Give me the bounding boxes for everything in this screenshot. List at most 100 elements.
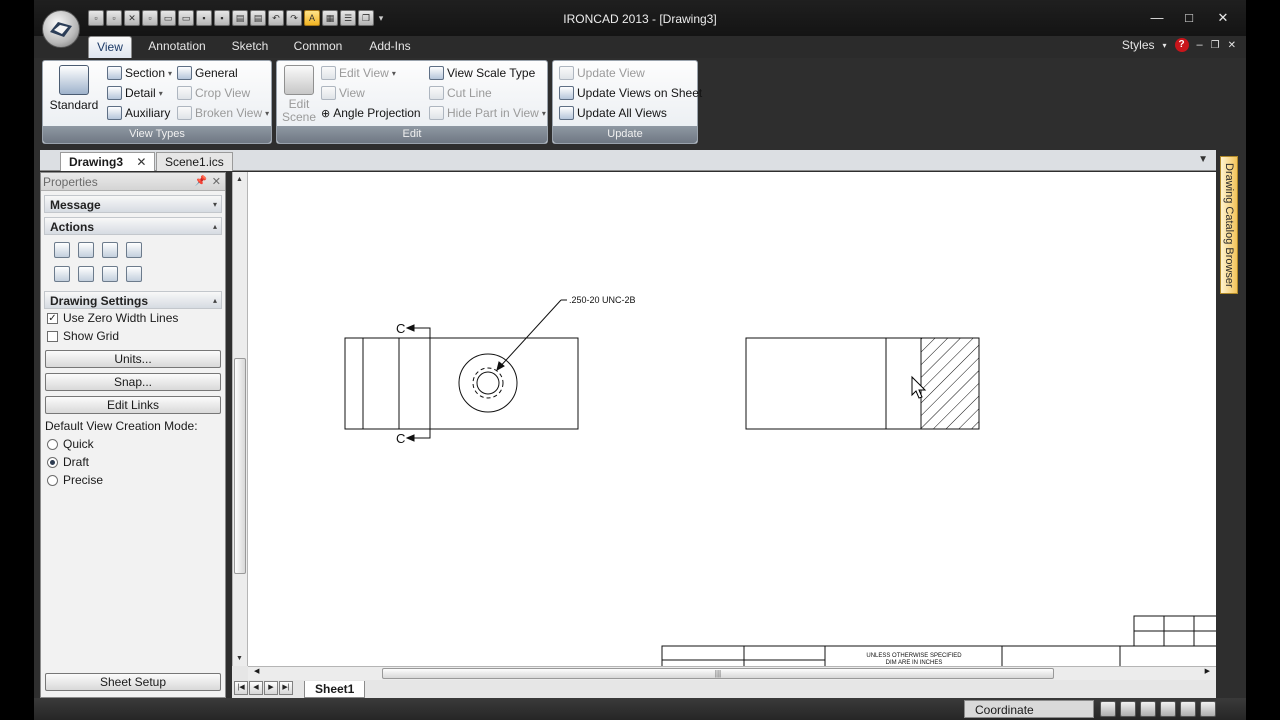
view-scale-type-button[interactable]: View Scale Type <box>429 64 535 82</box>
folder-icon[interactable] <box>126 242 142 258</box>
drawing-canvas[interactable]: C C .250-20 UNC-2B UNLESS OTHERWISE SPEC… <box>248 172 1216 666</box>
section-drawing-settings[interactable]: Drawing Settings ▴ <box>44 291 222 309</box>
view-button[interactable]: View <box>321 84 365 102</box>
sheet-format-icon[interactable] <box>54 242 70 258</box>
use-zero-width-lines-checkbox[interactable]: ✓ <box>47 312 58 324</box>
application-menu-button[interactable] <box>42 10 80 48</box>
panel-close-icon[interactable]: ✕ <box>212 173 221 191</box>
section-button[interactable]: Section ▾ <box>107 64 172 82</box>
broken-view-dropdown-icon: ▾ <box>265 108 270 118</box>
hide-part-button[interactable]: Hide Part in View ▾ <box>429 104 546 122</box>
next-sheet-icon[interactable]: ▶ <box>264 681 278 695</box>
section-view[interactable] <box>745 337 980 430</box>
tab-view[interactable]: View <box>88 36 132 58</box>
detail-button[interactable]: Detail ▾ <box>107 84 163 102</box>
doc-restore-button[interactable]: ❐ <box>1211 40 1220 51</box>
first-sheet-icon[interactable]: |◀ <box>234 681 248 695</box>
drawing-sheet: C C .250-20 UNC-2B UNLESS OTHERWISE SPEC… <box>344 295 1216 666</box>
section-message[interactable]: Message ▾ <box>44 195 222 213</box>
use-zero-width-lines-row[interactable]: ✓ Use Zero Width Lines <box>41 309 225 327</box>
tab-sketch[interactable]: Sketch <box>226 36 274 58</box>
new-sheet-icon[interactable] <box>78 242 94 258</box>
scroll-right-icon[interactable]: ▶ <box>1205 667 1210 675</box>
edit-view-button[interactable]: Edit View ▾ <box>321 64 396 82</box>
snap-button[interactable]: Snap... <box>45 373 221 391</box>
mode-draft-radio[interactable] <box>47 456 58 468</box>
standard-button[interactable]: Standard <box>49 65 99 112</box>
sheet-tab-sheet1[interactable]: Sheet1 <box>304 681 366 698</box>
tree-icon[interactable] <box>102 266 118 282</box>
close-button[interactable]: ✕ <box>1212 10 1234 26</box>
horizontal-scrollbar[interactable]: ◀ ||| ▶ <box>248 666 1216 680</box>
prev-sheet-icon[interactable]: ◀ <box>249 681 263 695</box>
bom-icon[interactable] <box>126 266 142 282</box>
vertical-scroll-thumb[interactable] <box>234 358 246 574</box>
edit-scene-button[interactable]: Edit Scene <box>281 65 317 124</box>
zoom-fit-icon[interactable] <box>1180 701 1196 717</box>
layer-icon[interactable] <box>54 266 70 282</box>
update-views-on-sheet-button[interactable]: Update Views on Sheet <box>559 84 702 102</box>
tab-annotation[interactable]: Annotation <box>142 36 212 58</box>
mode-precise-radio[interactable] <box>47 474 58 486</box>
sheet-setup-button[interactable]: Sheet Setup <box>45 673 221 691</box>
pin-icon[interactable]: 📌 <box>195 173 207 191</box>
zoom-window-icon[interactable] <box>1160 701 1176 717</box>
section-dropdown-icon: ▾ <box>168 68 173 78</box>
doc-tab-menu-icon[interactable]: ▼ <box>1198 154 1208 165</box>
hide-part-label: Hide Part in View <box>447 106 539 120</box>
help-icon[interactable]: ? <box>1174 38 1189 52</box>
refresh-icon[interactable] <box>1200 701 1216 717</box>
section-letter-top: C <box>396 321 405 336</box>
drawing-catalog-browser-tab[interactable]: Drawing Catalog Browser <box>1220 156 1238 294</box>
section-line-c[interactable] <box>405 324 431 442</box>
edit-links-button[interactable]: Edit Links <box>45 396 221 414</box>
update-view-button[interactable]: Update View <box>559 64 645 82</box>
broken-view-icon <box>177 106 192 120</box>
angle-projection-button[interactable]: ⊕ Angle Projection <box>321 104 421 122</box>
maximize-button[interactable]: □ <box>1178 10 1200 26</box>
mode-quick-row[interactable]: Quick <box>41 435 225 453</box>
crop-view-button[interactable]: Crop View <box>177 84 250 102</box>
front-view[interactable] <box>344 337 579 430</box>
part-icon[interactable] <box>78 266 94 282</box>
hole-callout-leader[interactable] <box>496 299 567 372</box>
scroll-down-icon[interactable]: ▼ <box>236 655 243 662</box>
vertical-scrollbar[interactable]: ▲ ▼ <box>232 172 248 666</box>
update-all-views-button[interactable]: Update All Views <box>559 104 667 122</box>
scroll-up-icon[interactable]: ▲ <box>236 176 243 183</box>
show-grid-row[interactable]: Show Grid <box>41 327 225 345</box>
styles-menu[interactable]: Styles <box>1122 38 1155 52</box>
scroll-left-icon[interactable]: ◀ <box>254 667 259 675</box>
mode-precise-row[interactable]: Precise <box>41 471 225 489</box>
general-button[interactable]: General <box>177 64 238 82</box>
update-views-on-sheet-icon <box>559 86 574 100</box>
doc-minimize-button[interactable]: – <box>1197 39 1203 51</box>
minimize-button[interactable]: — <box>1146 10 1168 26</box>
doc-tab-drawing3[interactable]: Drawing3 ✕ <box>60 152 156 171</box>
doc-tab-scene1[interactable]: Scene1.ics <box>156 152 233 171</box>
mode-quick-radio[interactable] <box>47 438 58 450</box>
hole-callout-text[interactable]: .250-20 UNC-2B <box>569 295 636 305</box>
horizontal-scroll-thumb[interactable]: ||| <box>382 668 1054 679</box>
section-icon <box>107 66 122 80</box>
section-actions[interactable]: Actions ▴ <box>44 217 222 235</box>
link-icon[interactable] <box>102 242 118 258</box>
view-label: View <box>339 86 365 100</box>
broken-view-button[interactable]: Broken View ▾ <box>177 104 269 122</box>
auxiliary-button[interactable]: Auxiliary <box>107 104 170 122</box>
doc-tab-close-icon[interactable]: ✕ <box>136 155 146 169</box>
last-sheet-icon[interactable]: ▶| <box>279 681 293 695</box>
ruler-icon[interactable] <box>1100 701 1116 717</box>
actions-label: Actions <box>50 220 95 234</box>
tab-common[interactable]: Common <box>288 36 348 58</box>
tab-add-ins[interactable]: Add-Ins <box>362 36 418 58</box>
mode-draft-row[interactable]: Draft <box>41 453 225 471</box>
pan-icon[interactable] <box>1120 701 1136 717</box>
zoom-icon[interactable] <box>1140 701 1156 717</box>
units-button[interactable]: Units... <box>45 350 221 368</box>
doc-close-button[interactable]: ✕ <box>1228 40 1236 51</box>
crop-view-icon <box>177 86 192 100</box>
show-grid-checkbox[interactable] <box>47 330 58 342</box>
styles-dropdown-icon[interactable]: ▾ <box>1163 41 1167 50</box>
cut-line-button[interactable]: Cut Line <box>429 84 492 102</box>
